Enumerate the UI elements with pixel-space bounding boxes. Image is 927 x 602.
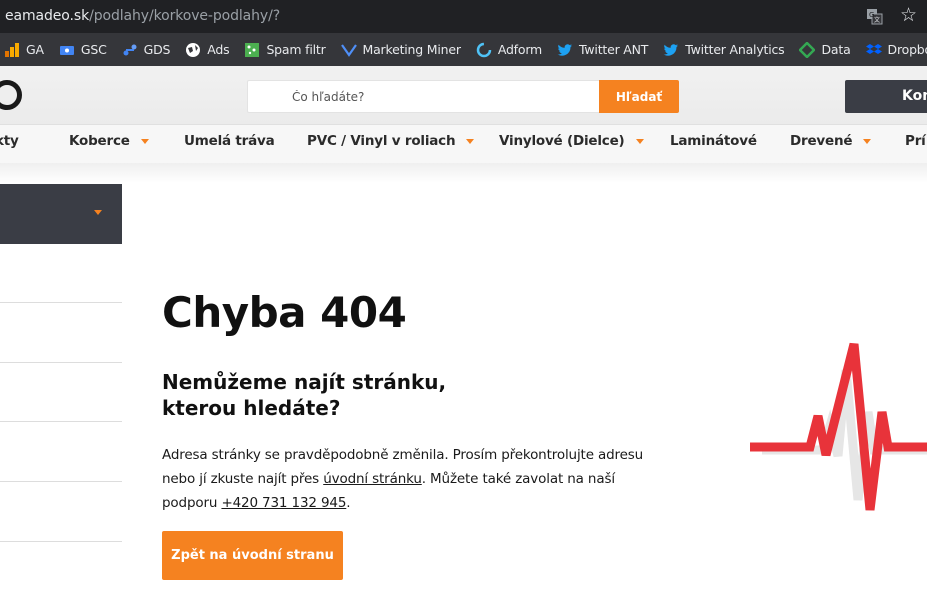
bookmark-label: Adform bbox=[497, 42, 543, 57]
svg-text:文: 文 bbox=[874, 16, 880, 24]
translate-icon[interactable]: G 文 bbox=[866, 8, 883, 25]
phone-link[interactable]: +420 731 132 945 bbox=[221, 495, 346, 511]
chevron-down-icon bbox=[863, 138, 872, 144]
nav-item-umela-trava[interactable]: Umelá tráva bbox=[184, 133, 275, 149]
message-text: . bbox=[346, 495, 351, 511]
address-field[interactable]: eamadeo.sk/podlahy/korkove-podlahy/? bbox=[5, 8, 280, 24]
error-subtitle: Nemůžeme najít stránku, kterou hledáte? bbox=[162, 370, 447, 420]
bookmark-dropbox[interactable]: Dropbox bbox=[865, 42, 927, 58]
nav-shadow bbox=[0, 163, 927, 183]
bookmark-label: GA bbox=[26, 42, 44, 57]
contact-button[interactable]: Kontakt bbox=[845, 80, 927, 113]
search-console-icon bbox=[59, 42, 75, 58]
error-title: Chyba 404 bbox=[162, 288, 407, 337]
sidebar-divider bbox=[0, 302, 122, 303]
analytics-icon bbox=[4, 42, 20, 58]
nav-item-vinylove-dielce[interactable]: Vinylové (Dielce) bbox=[499, 133, 644, 149]
bookmark-ga[interactable]: GA bbox=[4, 42, 44, 58]
nav-item-kty[interactable]: kty bbox=[0, 133, 19, 149]
chevron-down-icon bbox=[140, 138, 149, 144]
sidebar-category-dropdown[interactable] bbox=[0, 184, 122, 244]
bookmark-label: Twitter ANT bbox=[579, 42, 649, 57]
bookmark-spam-filtr[interactable]: Spam filtr bbox=[244, 42, 326, 58]
bookmark-twitter-analytics[interactable]: Twitter Analytics bbox=[663, 42, 785, 58]
chevron-down-icon bbox=[466, 138, 475, 144]
data-studio-icon bbox=[122, 42, 138, 58]
bookmark-label: Spam filtr bbox=[266, 42, 326, 57]
bookmark-ads[interactable]: Ads bbox=[185, 42, 230, 58]
main-navigation: kty Koberce Umelá tráva PVC / Vinyl v rolia… bbox=[0, 125, 927, 163]
spam-filter-icon bbox=[244, 42, 260, 58]
chevron-down-icon bbox=[635, 138, 644, 144]
browser-url-bar[interactable]: eamadeo.sk/podlahy/korkove-podlahy/? G 文… bbox=[0, 0, 927, 33]
sidebar-divider bbox=[0, 421, 122, 422]
search-input[interactable] bbox=[247, 80, 600, 113]
heartbeat-illustration bbox=[750, 342, 927, 511]
chevron-down-icon bbox=[94, 210, 102, 215]
globe-icon bbox=[185, 42, 201, 58]
bookmark-label: GSC bbox=[80, 42, 107, 57]
bookmark-label: Twitter Analytics bbox=[685, 42, 785, 57]
error-message: Adresa stránky se pravděpodobně změnila.… bbox=[162, 443, 672, 515]
nav-item-label: Vinylové (Dielce) bbox=[499, 133, 625, 149]
twitter-icon bbox=[557, 42, 573, 58]
nav-item-drevene[interactable]: Drevené bbox=[790, 133, 872, 149]
nav-item-label: Drevené bbox=[790, 133, 853, 149]
bookmark-star-icon[interactable]: ☆ bbox=[900, 4, 917, 26]
bookmark-twitter-ant[interactable]: Twitter ANT bbox=[557, 42, 648, 58]
bookmarks-bar: GA GSC GDS Ads Spam filtr Marketing Miner Adfo… bbox=[0, 33, 927, 66]
adform-icon bbox=[476, 42, 492, 58]
bookmark-label: GDS bbox=[143, 42, 171, 57]
sidebar-divider bbox=[0, 362, 122, 363]
bookmark-label: Dropbox bbox=[887, 42, 927, 57]
bookmark-adform[interactable]: Adform bbox=[476, 42, 542, 58]
nav-item-label: kty bbox=[0, 133, 19, 149]
nav-item-label: Prí bbox=[905, 133, 926, 149]
sidebar-divider bbox=[0, 541, 122, 542]
sidebar-divider bbox=[0, 481, 122, 482]
nav-item-laminatove[interactable]: Laminátové bbox=[670, 133, 757, 149]
search-button[interactable]: Hľadať bbox=[599, 80, 679, 113]
homepage-link[interactable]: úvodní stránku bbox=[323, 471, 422, 487]
nav-item-pvc-vinyl-v-roliach[interactable]: PVC / Vinyl v roliach bbox=[307, 133, 475, 149]
bookmark-gsc[interactable]: GSC bbox=[59, 42, 107, 58]
nav-item-label: Koberce bbox=[69, 133, 130, 149]
site-header: Hľadať Kontakt bbox=[0, 66, 927, 125]
back-to-home-button[interactable]: Zpět na úvodní stranu bbox=[162, 531, 343, 580]
nav-item-label: Umelá tráva bbox=[184, 133, 275, 149]
url-host: eamadeo.sk bbox=[5, 8, 90, 24]
nav-item-label: Laminátové bbox=[670, 133, 757, 149]
check-icon bbox=[340, 42, 357, 58]
diamond-icon bbox=[799, 41, 816, 58]
bookmark-gds[interactable]: GDS bbox=[122, 42, 171, 58]
bookmark-marketing-miner[interactable]: Marketing Miner bbox=[340, 42, 461, 58]
bookmark-label: Marketing Miner bbox=[362, 42, 461, 57]
url-path: /podlahy/korkove-podlahy/? bbox=[89, 8, 281, 24]
nav-item-pri[interactable]: Prí bbox=[905, 133, 926, 149]
site-logo[interactable] bbox=[0, 80, 22, 110]
dropbox-icon bbox=[865, 42, 882, 58]
nav-item-label: PVC / Vinyl v roliach bbox=[307, 133, 456, 149]
bookmark-label: Ads bbox=[207, 42, 230, 57]
nav-item-koberce[interactable]: Koberce bbox=[69, 133, 149, 149]
twitter-icon bbox=[663, 42, 679, 58]
bookmark-label: Data bbox=[821, 42, 851, 57]
bookmark-data[interactable]: Data bbox=[799, 41, 851, 58]
